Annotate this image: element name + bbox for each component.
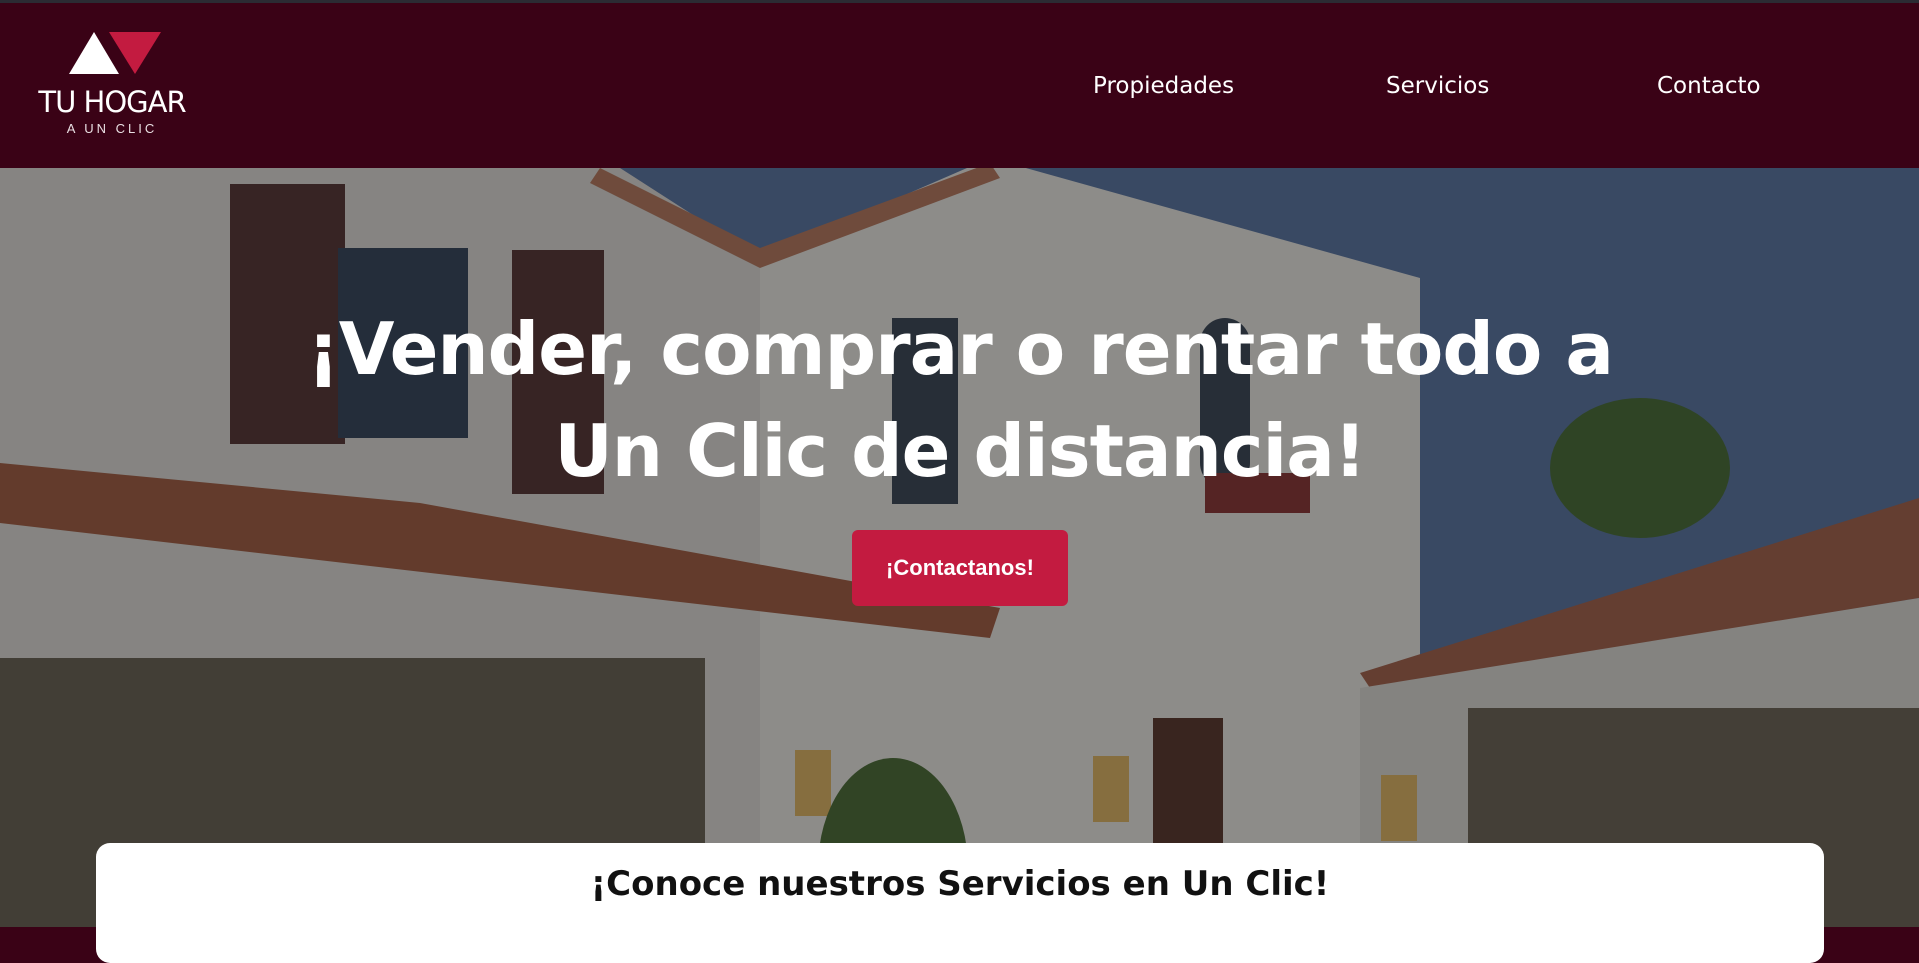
brand-title: TU HOGAR: [38, 85, 186, 119]
brand-subtitle: A UN CLIC: [66, 121, 158, 136]
contact-button[interactable]: ¡Contactanos!: [852, 530, 1068, 606]
nav-item-propiedades[interactable]: Propiedades: [1093, 73, 1234, 99]
hero-section: ¡Vender, comprar o rentar todo a Un Clic…: [0, 168, 1919, 927]
brand-logo[interactable]: TU HOGAR A UN CLIC: [36, 27, 196, 147]
house-triangle-icon: [69, 32, 161, 74]
nav-item-contacto[interactable]: Contacto: [1657, 73, 1761, 99]
site-header: TU HOGAR A UN CLIC Propiedades Servicios…: [0, 3, 1919, 168]
services-heading: ¡Conoce nuestros Servicios en Un Clic!: [590, 864, 1330, 904]
services-card: ¡Conoce nuestros Servicios en Un Clic!: [96, 843, 1824, 963]
hero-headline: ¡Vender, comprar o rentar todo a Un Clic…: [306, 307, 1614, 493]
nav-item-servicios[interactable]: Servicios: [1386, 73, 1489, 99]
